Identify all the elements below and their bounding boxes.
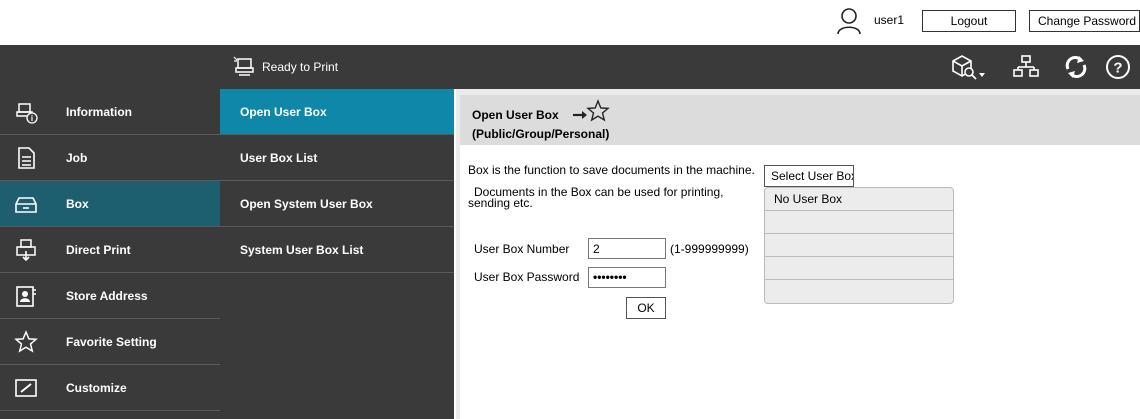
information-icon: i xyxy=(16,103,38,124)
change-password-button[interactable]: Change Password xyxy=(1029,10,1140,32)
sub-item-open-user-box[interactable]: Open User Box xyxy=(220,89,454,135)
ok-button[interactable]: OK xyxy=(626,297,666,319)
nav-label: Information xyxy=(66,105,132,119)
nav-label: Favorite Setting xyxy=(66,335,157,349)
svg-text:?: ? xyxy=(1113,60,1122,77)
list-item[interactable]: No User Box xyxy=(765,188,953,211)
nav-item-favorite-setting[interactable]: Favorite Setting xyxy=(0,319,220,365)
main-content: Open User Box (Public/Group/Personal) Bo… xyxy=(454,89,1140,419)
sub-nav-label: User Box List xyxy=(240,151,318,165)
logout-button[interactable]: Logout xyxy=(922,10,1016,32)
box-icon xyxy=(15,197,37,213)
store-address-icon xyxy=(16,286,36,307)
direct-print-icon xyxy=(16,239,36,262)
printer-status-icon xyxy=(233,56,254,76)
left-nav: i Information Job Box Direct Print Store… xyxy=(0,89,220,419)
sub-nav-label: System User Box List xyxy=(240,243,364,257)
svg-text:i: i xyxy=(31,114,33,123)
nav-item-information[interactable]: i Information xyxy=(0,89,220,135)
open-user-box-panel: Open User Box (Public/Group/Personal) Bo… xyxy=(460,95,1140,419)
nav-label: Job xyxy=(66,151,88,165)
user-bar: user1 Logout Change Password xyxy=(0,0,1140,45)
help-icon[interactable]: ? xyxy=(1104,53,1132,81)
dropdown-arrow-icon[interactable] xyxy=(978,71,986,79)
refresh-icon[interactable] xyxy=(1062,53,1090,81)
sub-item-user-box-list[interactable]: User Box List xyxy=(220,135,454,181)
box-search-icon[interactable] xyxy=(950,53,978,81)
nav-item-customize[interactable]: Customize xyxy=(0,365,220,411)
description-line-2: Documents in the Box can be used for pri… xyxy=(468,185,724,210)
sub-nav-label: Open System User Box xyxy=(240,197,373,211)
box-number-range: (1-999999999) xyxy=(670,242,749,256)
sub-nav: Open User Box User Box List Open System … xyxy=(220,89,454,419)
box-password-input[interactable]: •••••••• xyxy=(588,267,666,288)
user-box-list: No User Box xyxy=(764,187,954,304)
nav-item-store-address[interactable]: Store Address xyxy=(0,273,220,319)
sub-item-system-user-box-list[interactable]: System User Box List xyxy=(220,227,454,273)
username: user1 xyxy=(874,13,905,27)
status-text: Ready to Print xyxy=(262,60,339,74)
nav-item-direct-print[interactable]: Direct Print xyxy=(0,227,220,273)
nav-label: Store Address xyxy=(66,289,148,303)
list-item[interactable] xyxy=(765,234,953,257)
network-icon[interactable] xyxy=(1012,53,1040,81)
list-item[interactable] xyxy=(765,257,953,280)
sub-item-open-system-user-box[interactable]: Open System User Box xyxy=(220,181,454,227)
nav-label: Direct Print xyxy=(66,243,131,257)
sub-nav-label: Open User Box xyxy=(240,105,327,119)
nav-label: Box xyxy=(66,197,89,211)
box-number-label: User Box Number xyxy=(474,242,570,256)
list-item[interactable] xyxy=(765,280,953,303)
nav-item-box[interactable]: Box xyxy=(0,181,220,227)
select-user-box-button[interactable]: Select User Box xyxy=(764,165,854,187)
nav-item-job[interactable]: Job xyxy=(0,135,220,181)
nav-label: Customize xyxy=(66,381,127,395)
list-item[interactable] xyxy=(765,211,953,234)
header-bar: Ready to Print ? xyxy=(0,45,1140,89)
job-icon xyxy=(18,147,35,169)
box-number-input[interactable] xyxy=(588,238,666,259)
description-line-1: Box is the function to save documents in… xyxy=(468,163,755,177)
customize-icon xyxy=(15,379,37,397)
page-subtitle: (Public/Group/Personal) xyxy=(472,127,610,141)
star-icon xyxy=(14,330,38,353)
panel-header: Open User Box (Public/Group/Personal) xyxy=(460,95,1140,145)
box-password-label: User Box Password xyxy=(474,270,580,284)
user-icon xyxy=(837,8,861,35)
page-title: Open User Box xyxy=(472,108,559,122)
add-favorite-star-icon[interactable] xyxy=(572,99,610,125)
